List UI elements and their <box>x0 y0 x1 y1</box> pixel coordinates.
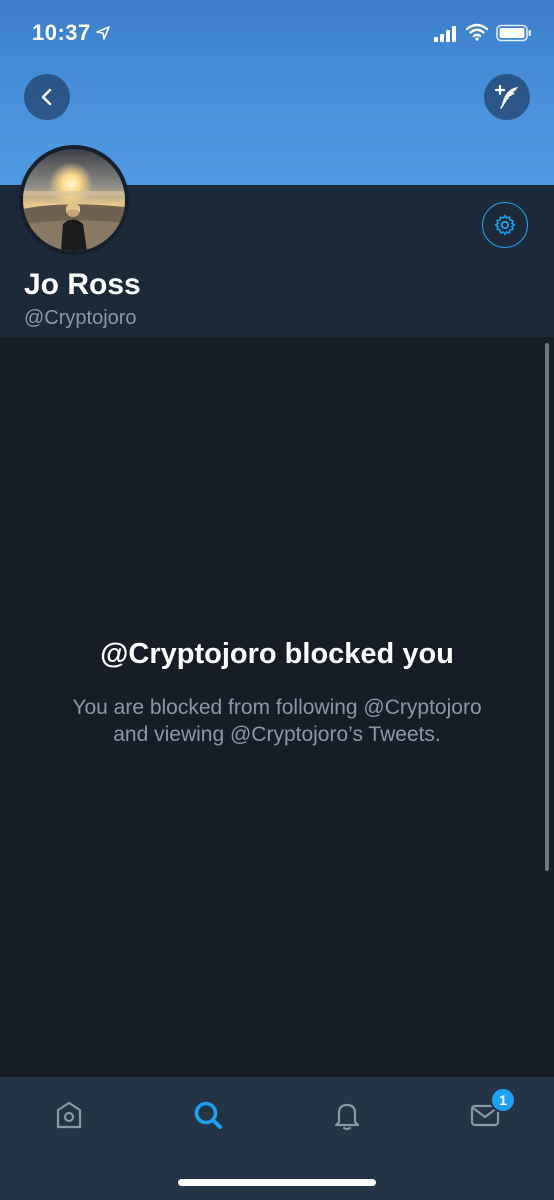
blocked-message: You are blocked from following @Cryptojo… <box>72 696 482 746</box>
display-name: Jo Ross <box>24 268 141 301</box>
messages-badge: 1 <box>490 1087 516 1113</box>
gear-icon <box>494 214 516 236</box>
status-bar: 10:37 <box>0 0 554 64</box>
battery-icon <box>496 24 531 42</box>
tab-home[interactable] <box>47 1093 91 1137</box>
home-icon <box>56 1101 82 1129</box>
blocked-title: @Cryptojoro blocked you <box>100 638 454 670</box>
compose-feather-icon <box>494 84 518 109</box>
tab-search[interactable] <box>186 1093 230 1137</box>
chevron-left-icon <box>41 88 52 106</box>
compose-tweet-button[interactable] <box>484 74 530 120</box>
avatar-photo <box>23 149 125 251</box>
home-indicator[interactable] <box>178 1179 376 1186</box>
username-handle: @Cryptojoro <box>24 307 137 329</box>
tab-notifications[interactable] <box>325 1093 369 1137</box>
status-time: 10:37 <box>32 20 91 45</box>
cellular-signal-icon <box>434 26 456 42</box>
scrollbar[interactable] <box>545 343 549 871</box>
back-button[interactable] <box>24 74 70 120</box>
profile-settings-button[interactable] <box>482 202 528 248</box>
avatar[interactable] <box>19 145 129 255</box>
wifi-icon <box>466 23 488 41</box>
bell-icon <box>334 1103 360 1131</box>
location-arrow-icon <box>96 26 110 40</box>
search-icon <box>194 1101 222 1129</box>
